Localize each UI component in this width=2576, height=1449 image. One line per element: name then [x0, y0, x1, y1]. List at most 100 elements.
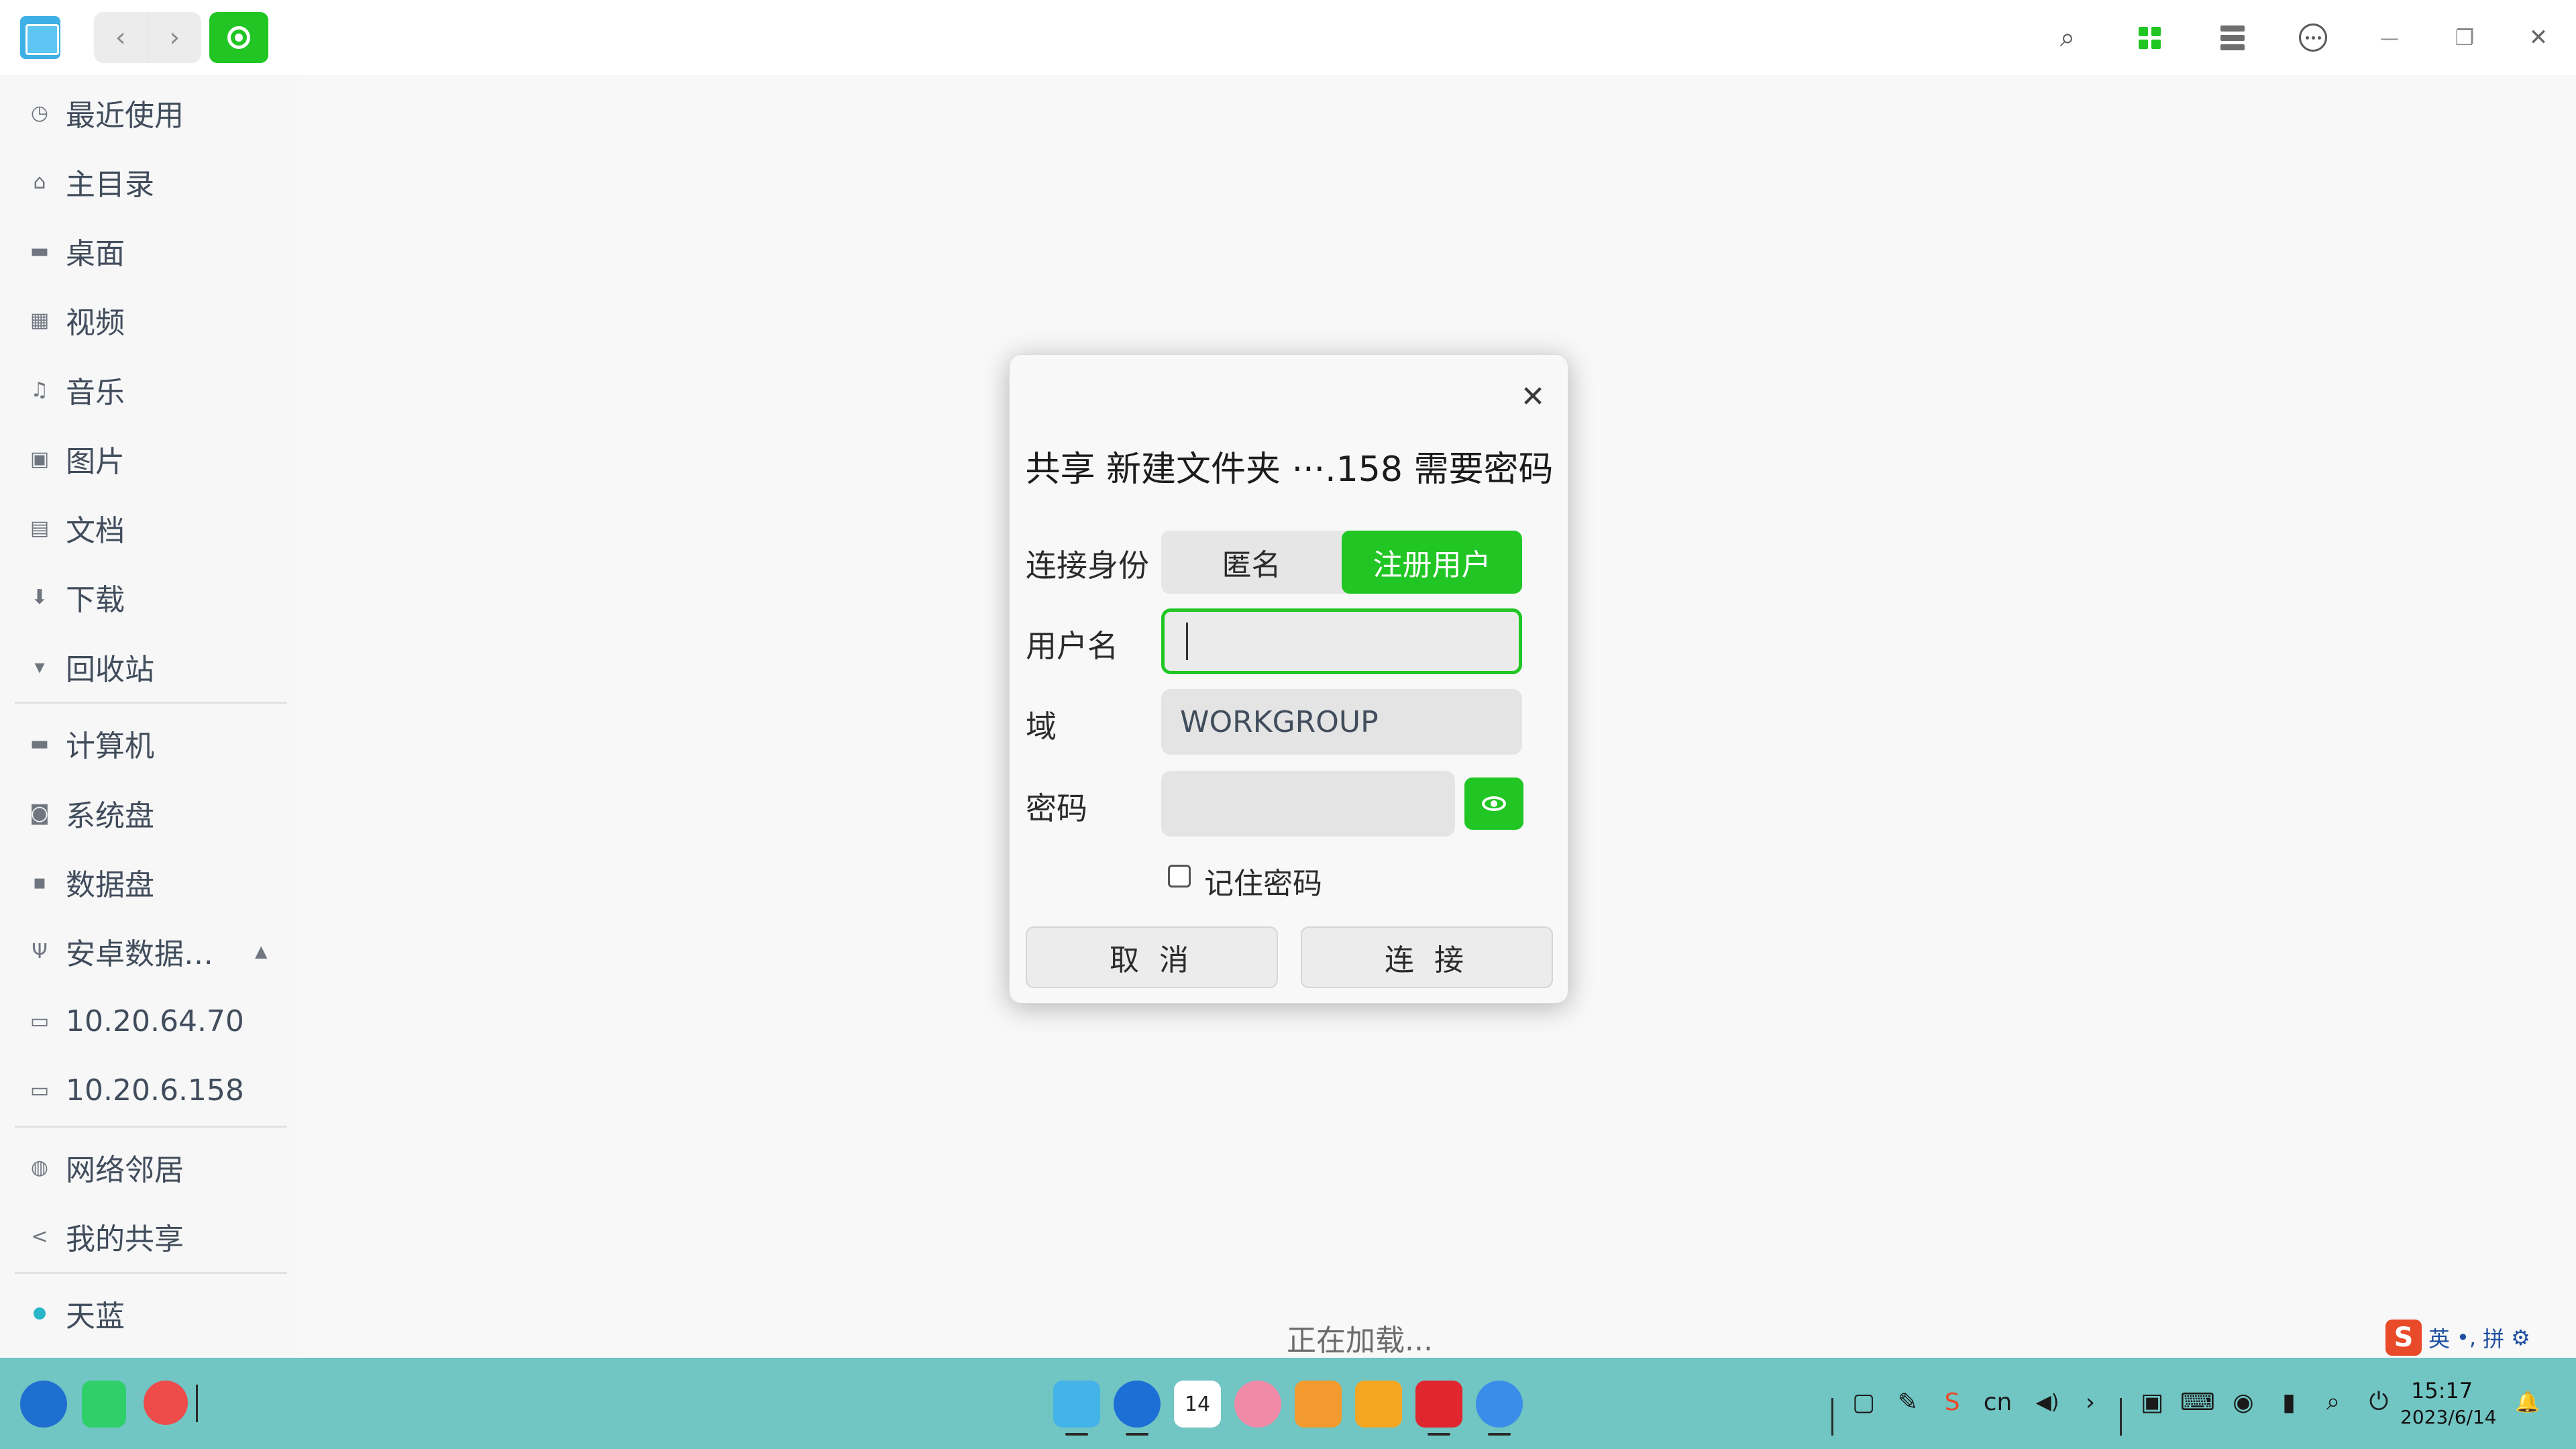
list-view-icon[interactable] — [2215, 20, 2250, 55]
ime-language-toggle[interactable]: 英 — [2428, 1322, 2450, 1353]
multitask-view-icon[interactable] — [82, 1381, 126, 1428]
sidebar-item-label: 最近使用 — [66, 99, 184, 133]
sidebar-item-label: 10.20.6.158 — [66, 1073, 244, 1108]
network-icon — [227, 26, 250, 49]
image-viewer-icon[interactable] — [1355, 1381, 1402, 1428]
network-icon: ◍ — [30, 1155, 49, 1179]
screen-recorder-icon[interactable] — [144, 1381, 188, 1425]
sidebar-item-system-disk[interactable]: ◙ 系统盘 — [0, 782, 301, 844]
document-icon: ▤ — [30, 516, 50, 540]
file-manager-app-icon[interactable] — [1053, 1381, 1100, 1436]
clock-date[interactable]: 2023/6/14 — [2400, 1406, 2497, 1428]
domain-value: WORKGROUP — [1180, 704, 1379, 739]
system-disk-icon: ◙ — [30, 801, 50, 825]
window-tray-icon[interactable]: ▣ — [2137, 1387, 2167, 1417]
search-icon[interactable]: ⌕ — [2050, 20, 2085, 55]
password-input[interactable] — [1161, 771, 1455, 837]
close-icon[interactable]: ✕ — [2521, 20, 2556, 55]
ime-settings-icon[interactable]: ⚙ — [2511, 1325, 2530, 1350]
sidebar-item-label: 视频 — [66, 306, 125, 340]
pen-tray-icon[interactable]: ✎ — [1893, 1387, 1923, 1417]
show-password-button[interactable] — [1464, 777, 1523, 830]
sidebar-item-label: 系统盘 — [66, 799, 154, 833]
minimize-icon[interactable]: — — [2372, 20, 2407, 55]
app-store-icon[interactable] — [1295, 1381, 1342, 1428]
maximize-icon[interactable]: ❐ — [2447, 20, 2482, 55]
sidebar-item-my-shares[interactable]: < 我的共享 — [0, 1205, 301, 1267]
sidebar-item-desktop[interactable]: ▬ 桌面 — [0, 220, 301, 282]
username-input[interactable] — [1161, 608, 1522, 674]
notification-bell-icon[interactable]: 🔔 — [2513, 1387, 2542, 1417]
sidebar-item-documents[interactable]: ▤ 文档 — [0, 497, 301, 559]
sidebar-item-label: 主目录 — [66, 168, 154, 202]
network-share-icon: ▭ — [30, 1009, 50, 1033]
usb-icon: Ψ — [32, 939, 48, 963]
cancel-button[interactable]: 取 消 — [1026, 926, 1278, 988]
sidebar-item-label: 安卓数据… — [66, 937, 213, 971]
anonymous-option[interactable]: 匿名 — [1161, 531, 1342, 594]
forward-button[interactable]: › — [148, 12, 202, 63]
computer-icon: ▬ — [30, 731, 50, 755]
search-tray-icon[interactable]: ⌕ — [2318, 1387, 2348, 1417]
eye-icon — [1482, 796, 1506, 811]
back-button[interactable]: ‹ — [94, 12, 148, 63]
ime-mode-toggle[interactable]: 拼 — [2483, 1322, 2504, 1353]
remember-password-label[interactable]: 记住密码 — [1204, 859, 1322, 902]
sidebar-item-label: 天蓝 — [66, 1299, 125, 1334]
sidebar-item-music[interactable]: ♫ 音乐 — [0, 359, 301, 421]
sidebar-item-share-10-20-6-158[interactable]: ▭ 10.20.6.158 — [0, 1059, 301, 1121]
title-bar: ‹ › ⌕ — ❐ ✕ — [0, 0, 2576, 75]
keyboard-icon[interactable]: ⌨ — [2180, 1387, 2215, 1417]
sogou-tray-icon[interactable]: S — [1937, 1387, 1967, 1417]
terminal-app-icon[interactable] — [1415, 1381, 1462, 1436]
battery-tray-icon[interactable]: ▮ — [2274, 1387, 2304, 1417]
calendar-day: 14 — [1184, 1392, 1211, 1416]
tray-expand-arrow-icon[interactable]: › — [2076, 1387, 2105, 1417]
calendar-app-icon[interactable]: 14 — [1174, 1381, 1221, 1428]
text-caret — [1186, 623, 1188, 660]
sidebar-item-label: 文档 — [66, 514, 125, 548]
taskbar: 14 ▢ ✎ S cn ◀) › ▣ ⌨ ◉ ▮ ⌕ ⏻ 🔔 — [0, 1358, 2576, 1449]
screenshot-tray-icon[interactable]: ▢ — [1849, 1387, 1878, 1417]
sogou-logo-icon[interactable]: S — [2385, 1320, 2422, 1356]
volume-icon[interactable]: ◀) — [2033, 1387, 2062, 1417]
network-location-crumb-button[interactable] — [209, 12, 268, 63]
sidebar-item-tag-sky-blue[interactable]: 天蓝 — [0, 1283, 301, 1344]
power-icon[interactable]: ⏻ — [2364, 1387, 2394, 1417]
home-icon: ⌂ — [33, 170, 46, 194]
domain-input[interactable]: WORKGROUP — [1161, 689, 1522, 755]
sidebar-item-android-data[interactable]: Ψ 安卓数据… ▲ — [0, 920, 301, 982]
browser-app-icon[interactable] — [1114, 1381, 1161, 1436]
settings-app-icon[interactable] — [1234, 1381, 1281, 1428]
eject-icon[interactable]: ▲ — [255, 942, 267, 961]
loading-status: 正在加载... — [1287, 1324, 1433, 1358]
sidebar-item-data-disk[interactable]: ▪ 数据盘 — [0, 851, 301, 913]
dialog-close-icon[interactable]: ✕ — [1511, 375, 1554, 418]
picture-icon: ▣ — [30, 447, 50, 471]
sidebar-item-label: 下载 — [66, 583, 125, 617]
language-tray-indicator[interactable]: cn — [1983, 1387, 2012, 1417]
sidebar-item-computer[interactable]: ▬ 计算机 — [0, 712, 301, 774]
chat-app-icon[interactable] — [1476, 1381, 1523, 1436]
music-icon: ♫ — [30, 378, 49, 402]
registered-user-option[interactable]: 注册用户 — [1342, 531, 1522, 594]
clock-time[interactable]: 15:17 — [2411, 1378, 2473, 1403]
more-icon[interactable] — [2296, 20, 2330, 55]
sidebar-item-home[interactable]: ⌂ 主目录 — [0, 151, 301, 213]
sidebar-item-network-neighborhood[interactable]: ◍ 网络邻居 — [0, 1136, 301, 1198]
sidebar-item-videos[interactable]: ▦ 视频 — [0, 289, 301, 351]
launcher-icon[interactable] — [20, 1381, 67, 1428]
sidebar-item-downloads[interactable]: ⬇ 下载 — [0, 566, 301, 628]
video-icon: ▦ — [30, 308, 50, 332]
sidebar-item-pictures[interactable]: ▣ 图片 — [0, 428, 301, 490]
ime-punctuation-toggle[interactable]: •, — [2457, 1325, 2476, 1350]
sidebar-item-recent[interactable]: ◷ 最近使用 — [0, 82, 301, 144]
system-monitor-icon[interactable]: ◉ — [2229, 1387, 2258, 1417]
sidebar-item-trash[interactable]: ▾ 回收站 — [0, 636, 301, 698]
connect-button[interactable]: 连 接 — [1301, 926, 1553, 988]
sidebar-item-label: 图片 — [66, 445, 125, 479]
grid-view-icon[interactable] — [2132, 20, 2167, 55]
tray-divider — [1831, 1398, 1833, 1436]
remember-password-checkbox[interactable] — [1168, 865, 1191, 888]
sidebar-item-share-10-20-64-70[interactable]: ▭ 10.20.64.70 — [0, 990, 301, 1052]
